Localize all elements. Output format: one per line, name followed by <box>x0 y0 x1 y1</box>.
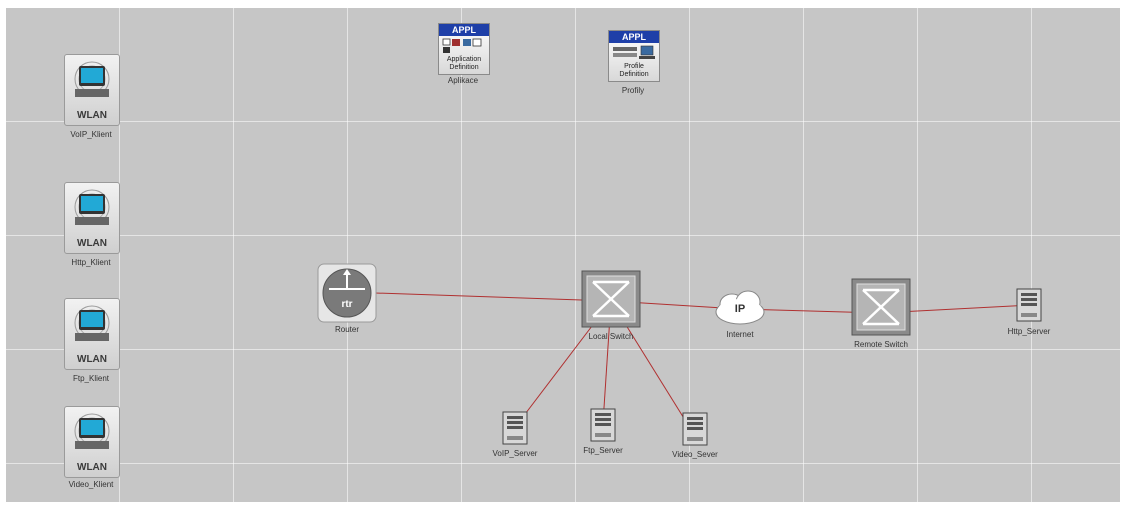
wlan-workstation-icon: WLAN <box>64 54 120 126</box>
link-layer <box>346 291 1031 429</box>
node-label: Ftp_Server <box>583 446 623 455</box>
node-label: Http_Klient <box>71 258 111 267</box>
node-label: Local Switch <box>588 332 634 341</box>
local-switch-node[interactable]: Local Switch <box>581 270 641 341</box>
appl-caption: Profile Definition <box>619 63 649 78</box>
remote-switch-node[interactable]: Remote Switch <box>851 278 911 349</box>
link-router-local-switch[interactable] <box>346 291 612 302</box>
internet-node[interactable]: IP Internet <box>712 288 768 339</box>
cloud-glyph: IP <box>735 303 745 315</box>
server-icon <box>590 408 616 442</box>
http-server-node[interactable]: Http_Server <box>1008 288 1050 336</box>
node-label: Video_Sever <box>672 450 718 459</box>
server-icon <box>682 412 708 446</box>
video-server-node[interactable]: Video_Sever <box>672 412 718 459</box>
server-icon <box>502 411 528 445</box>
node-label: Router <box>334 325 359 334</box>
switch-icon <box>581 270 641 328</box>
node-label: Remote Switch <box>854 340 908 349</box>
server-icon <box>1016 288 1042 322</box>
switch-icon <box>851 278 911 336</box>
wlan-tag: WLAN <box>77 354 107 365</box>
appl-badge: APPL <box>609 31 659 43</box>
node-label: Profily <box>621 86 645 95</box>
wlan-workstation-icon: WLAN <box>64 182 120 254</box>
router-node[interactable]: rtr Router <box>317 263 377 334</box>
router-glyph: rtr <box>341 299 352 310</box>
application-definition-icon: APPL Application Definition <box>438 23 490 75</box>
node-label: Ftp_Klient <box>72 374 110 383</box>
wlan-tag: WLAN <box>77 238 107 249</box>
ftp-server-node[interactable]: Ftp_Server <box>583 408 623 455</box>
node-label: Internet <box>726 330 754 339</box>
node-label: VoIP_Klient <box>70 130 112 139</box>
wlan-workstation-icon: WLAN <box>64 406 120 478</box>
wlan-workstation-icon: WLAN <box>64 298 120 370</box>
wlan-tag: WLAN <box>77 462 107 473</box>
cloud-icon: IP <box>715 290 765 325</box>
node-label: Video_Klient <box>68 480 114 489</box>
wlan-tag: WLAN <box>77 110 107 121</box>
appl-badge: APPL <box>439 24 489 36</box>
profile-definition-icon: APPL Profile Definition <box>608 30 660 82</box>
node-label: VoIP_Server <box>492 449 538 458</box>
node-label: Aplikace <box>447 76 479 85</box>
network-canvas[interactable]: WLAN VoIP_Klient WLAN Http_Klient WLAN F… <box>6 8 1120 502</box>
voip-server-node[interactable]: VoIP_Server <box>493 411 537 458</box>
router-icon: rtr <box>317 263 377 323</box>
node-label: Http_Server <box>1007 327 1051 336</box>
appl-caption: Application Definition <box>446 56 482 71</box>
